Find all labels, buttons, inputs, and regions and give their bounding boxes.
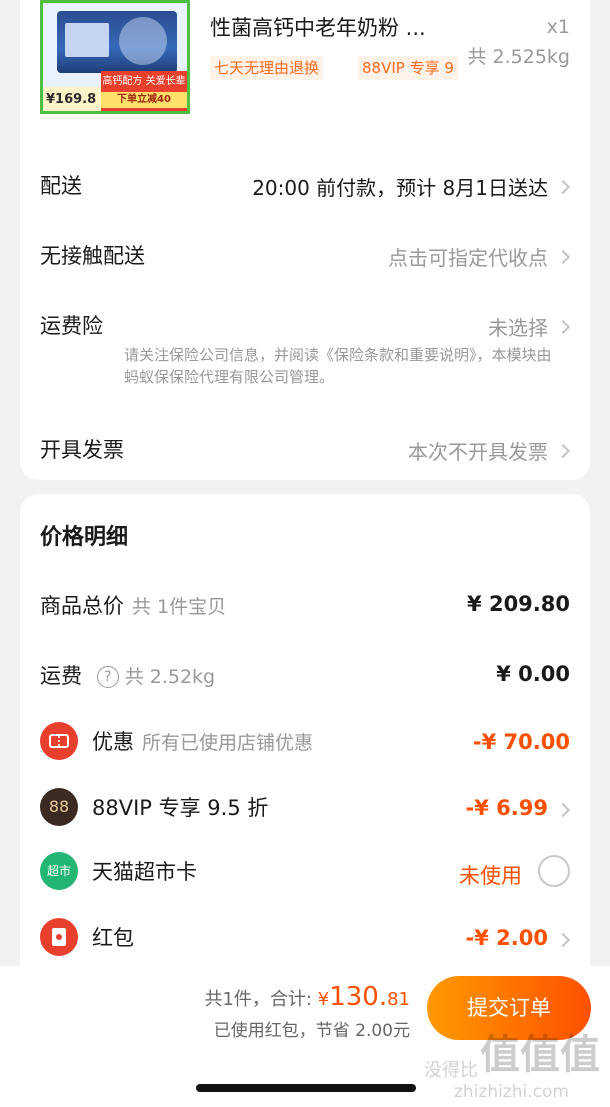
- tmall-supermarket-icon: 超市: [40, 852, 78, 890]
- shipping-amount: ¥ 0.00: [496, 662, 570, 686]
- insurance-note: 请关注保险公司信息，并阅读《保险条款和重要说明》，本模块由蚂蚁保保险代理有限公司…: [124, 346, 552, 386]
- tmall-card-row[interactable]: 超市 天猫超市卡 未使用: [40, 852, 570, 892]
- item-count: 共1件，: [204, 989, 270, 1010]
- total-integer: 130.: [329, 982, 388, 1012]
- tmall-card-status: 未使用: [459, 864, 522, 888]
- total-decimal: 81: [387, 989, 410, 1010]
- goods-total-amount: ¥ 209.80: [467, 592, 570, 616]
- goods-total-row: 商品总价共 1件宝贝 ¥ 209.80: [40, 586, 570, 622]
- chevron-right-icon: [555, 932, 571, 948]
- discount-amount: -¥ 70.00: [472, 730, 570, 754]
- vip-discount-amount: -¥ 6.99: [465, 796, 548, 820]
- delivery-row[interactable]: 配送 20:00 前付款，预计 8月1日送达: [40, 166, 571, 206]
- home-indicator[interactable]: [196, 1084, 416, 1092]
- goods-count: 共 1件宝贝: [132, 596, 227, 618]
- red-packet-label: 红包: [92, 926, 134, 950]
- insurance-label: 运费险: [40, 314, 103, 338]
- chevron-right-icon: [555, 249, 571, 265]
- price-detail-title: 价格明细: [40, 525, 129, 550]
- watermark-text: 没得比: [424, 1060, 478, 1081]
- insurance-row[interactable]: 运费险 未选择 请关注保险公司信息，并阅读《保险条款和重要说明》，本模块由蚂蚁保…: [40, 306, 571, 396]
- tmall-card-label: 天猫超市卡: [92, 860, 197, 884]
- shipping-label: 运费: [40, 664, 82, 688]
- tmall-card-radio[interactable]: [538, 855, 570, 887]
- chevron-right-icon: [555, 443, 571, 459]
- watermark-site: zhizhizhi.com: [454, 1082, 569, 1102]
- shipping-weight: 共 2.52kg: [124, 666, 216, 688]
- help-icon[interactable]: ?: [96, 666, 119, 688]
- discount-desc: 所有已使用店铺优惠: [142, 732, 314, 754]
- discount-label: 优惠: [92, 730, 134, 754]
- contactless-row[interactable]: 无接触配送 点击可指定代收点: [40, 236, 571, 276]
- product-quantity: x1: [546, 16, 570, 38]
- image-promo-line1: 高钙配方 关爱长辈: [102, 76, 186, 87]
- invoice-label: 开具发票: [40, 438, 124, 462]
- image-promo-line2: 下单立减40: [101, 92, 187, 108]
- contactless-value: 点击可指定代收点: [388, 246, 548, 270]
- checkout-bar: 共1件，合计: ¥130.81 已使用红包，节省 2.00元 提交订单 没得比 …: [0, 966, 610, 1107]
- price-detail-card: 价格明细 商品总价共 1件宝贝 ¥ 209.80 运费 ? 共 2.52kg ¥ …: [20, 494, 590, 994]
- invoice-value: 本次不开具发票: [408, 440, 548, 464]
- red-packet-icon: [40, 918, 78, 956]
- shipping-row: 运费 ? 共 2.52kg ¥ 0.00: [40, 656, 570, 692]
- total-line: 共1件，合计: ¥130.81: [204, 982, 410, 1012]
- delivery-value: 20:00 前付款，预计 8月1日送达: [252, 176, 548, 200]
- insurance-value: 未选择: [488, 316, 548, 340]
- total-currency: ¥: [317, 989, 330, 1010]
- chevron-right-icon: [555, 319, 571, 335]
- product-weight: 共 2.525kg: [467, 46, 571, 68]
- image-promo-tag: 高钙配方 关爱长辈 下单立减40: [101, 71, 187, 111]
- red-packet-row[interactable]: 红包 -¥ 2.00: [40, 918, 571, 958]
- vip-discount-row[interactable]: 88 88VIP 专享 9.5 折 -¥ 6.99: [40, 788, 571, 828]
- watermark-logo: 值值值: [480, 1032, 600, 1078]
- contactless-label: 无接触配送: [40, 244, 145, 268]
- ticket-icon: [40, 722, 78, 760]
- order-item-card: ¥169.8 高钙配方 关爱长辈 下单立减40 性菌高钙中老年奶粉 ... x1…: [20, 0, 590, 480]
- goods-total-label: 商品总价: [40, 594, 124, 618]
- vip-discount-label: 88VIP 专享 9.5 折: [92, 796, 269, 820]
- product-box-illustration: [57, 11, 177, 73]
- image-price-tag: ¥169.8: [43, 87, 101, 111]
- invoice-row[interactable]: 开具发票 本次不开具发票: [40, 430, 571, 470]
- product-title[interactable]: 性菌高钙中老年奶粉 ...: [210, 12, 426, 42]
- chevron-right-icon: [555, 802, 571, 818]
- delivery-label: 配送: [40, 174, 82, 198]
- saved-text: 已使用红包，节省 2.00元: [213, 1021, 410, 1041]
- chevron-right-icon: [555, 179, 571, 195]
- product-image[interactable]: ¥169.8 高钙配方 关爱长辈 下单立减40: [40, 0, 190, 114]
- total-label: 合计:: [269, 989, 313, 1010]
- tag-seven-day-return: 七天无理由退换: [210, 56, 324, 80]
- vip-88-icon: 88: [40, 788, 78, 826]
- discount-row: 优惠 所有已使用店铺优惠 -¥ 70.00: [40, 722, 570, 762]
- red-packet-amount: -¥ 2.00: [465, 926, 548, 950]
- tag-88vip: 88VIP 专享 9: [358, 56, 458, 80]
